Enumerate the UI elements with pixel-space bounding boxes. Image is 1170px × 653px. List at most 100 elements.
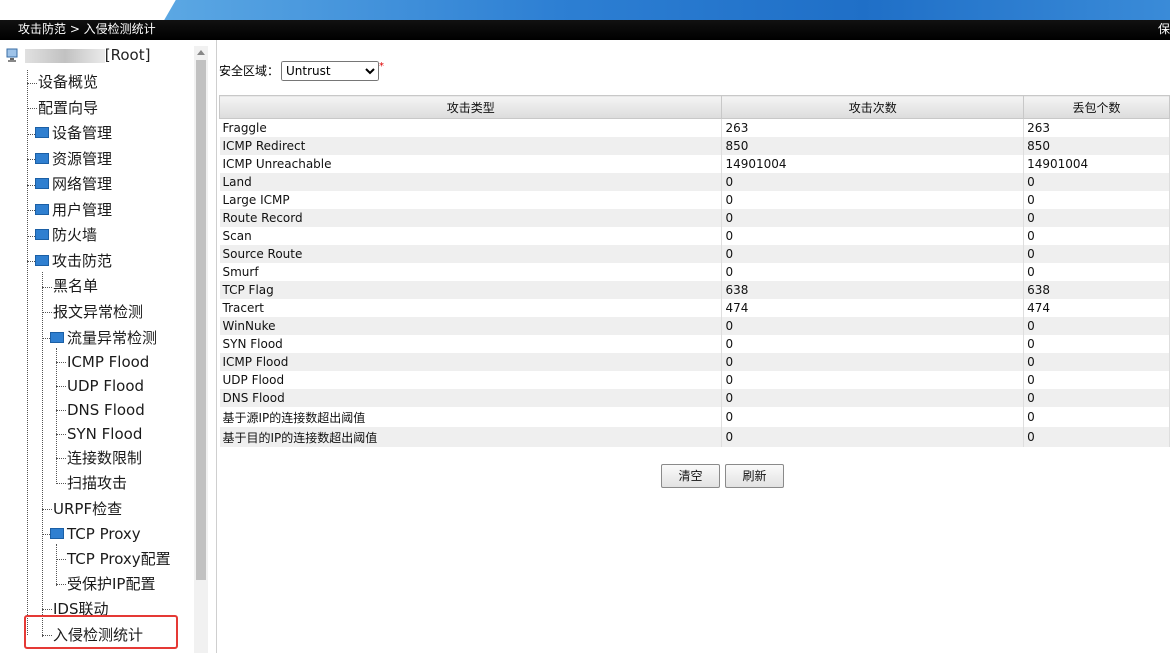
sidebar-item-packet-anomaly[interactable]: 报文异常检测 <box>53 302 143 322</box>
column-header-attack-type[interactable]: 攻击类型 <box>218 95 723 119</box>
scrollbar-thumb[interactable] <box>196 60 206 580</box>
table-row: SYN Flood 0 0 <box>219 335 1170 353</box>
folder-icon <box>35 178 49 189</box>
sidebar-item-label: 防火墙 <box>52 226 98 244</box>
sidebar-item-label: TCP Proxy <box>67 525 141 543</box>
cell-attack-type: DNS Flood <box>219 389 723 407</box>
sidebar-item-label: SYN Flood <box>67 425 143 443</box>
table-row: ICMP Unreachable 14901004 14901004 <box>219 155 1170 173</box>
sidebar-item-urpf-check[interactable]: URPF检查 <box>53 499 122 519</box>
table-row: WinNuke 0 0 <box>219 317 1170 335</box>
cell-attack-type: ICMP Unreachable <box>219 155 723 173</box>
folder-open-icon <box>50 528 64 539</box>
cell-attack-count: 0 <box>721 335 1025 353</box>
sidebar-item-label: ICMP Flood <box>67 353 150 371</box>
sidebar-item-scan-attack[interactable]: 扫描攻击 <box>67 473 127 493</box>
cell-attack-count: 638 <box>721 281 1025 299</box>
table-row: Tracert 474 474 <box>219 299 1170 317</box>
sidebar-item-blacklist[interactable]: 黑名单 <box>53 276 98 296</box>
sidebar-item-syn-flood[interactable]: SYN Flood <box>67 424 142 444</box>
cell-attack-count: 474 <box>721 299 1025 317</box>
cell-attack-type: WinNuke <box>219 317 723 335</box>
table-row: Large ICMP 0 0 <box>219 191 1170 209</box>
cell-attack-type: 基于源IP的连接数超出阈值 <box>219 407 723 427</box>
folder-open-icon <box>35 255 49 266</box>
cell-attack-type: Scan <box>219 227 723 245</box>
sidebar-item-device-management[interactable]: 设备管理 <box>35 123 112 143</box>
sidebar-item-label: 扫描攻击 <box>67 474 128 492</box>
cell-attack-type: Smurf <box>219 263 723 281</box>
sidebar-item-tcp-proxy-config[interactable]: TCP Proxy配置 <box>67 549 171 569</box>
sidebar-item-firewall[interactable]: 防火墙 <box>35 225 97 245</box>
highlight-box <box>24 615 178 649</box>
sidebar-item-label: 受保护IP配置 <box>67 575 156 593</box>
table-row: Route Record 0 0 <box>219 209 1170 227</box>
sidebar-item-connection-limit[interactable]: 连接数限制 <box>67 448 142 468</box>
sidebar-item-icmp-flood[interactable]: ICMP Flood <box>67 352 149 372</box>
sidebar-item-label: 网络管理 <box>52 175 113 193</box>
sidebar-item-label: 流量异常检测 <box>67 329 158 347</box>
sidebar-item-label: TCP Proxy配置 <box>67 550 171 568</box>
cell-dropped-packets: 0 <box>1023 389 1170 407</box>
sidebar-item-tcp-proxy[interactable]: TCP Proxy <box>50 524 141 544</box>
cell-attack-count: 0 <box>721 353 1025 371</box>
sidebar-item-udp-flood[interactable]: UDP Flood <box>67 376 144 396</box>
sidebar-item-dns-flood[interactable]: DNS Flood <box>67 400 145 420</box>
cell-dropped-packets: 850 <box>1023 137 1170 155</box>
cell-attack-count: 0 <box>721 407 1025 427</box>
nav-tree: [Root] 设备概览 配置向导 设备管理 资源管理 网络管理 用户管理 防火墙… <box>0 40 217 653</box>
cell-dropped-packets: 638 <box>1023 281 1170 299</box>
cell-dropped-packets: 0 <box>1023 353 1170 371</box>
hostname-blurred <box>24 48 105 63</box>
sidebar-item-label: 连接数限制 <box>67 449 143 467</box>
zone-select[interactable]: Untrust <box>281 61 380 81</box>
root-label: [Root] <box>104 46 151 64</box>
cell-dropped-packets: 0 <box>1023 227 1170 245</box>
cell-attack-type: Tracert <box>219 299 723 317</box>
sidebar-item-label: 设备概览 <box>38 73 99 91</box>
column-header-dropped-packets[interactable]: 丢包个数 <box>1023 95 1170 119</box>
cell-attack-count: 263 <box>721 118 1025 137</box>
sidebar-item-label: 设备管理 <box>52 124 113 142</box>
table-row: Land 0 0 <box>219 173 1170 191</box>
clear-button[interactable]: 清空 <box>661 464 720 488</box>
cell-dropped-packets: 0 <box>1023 263 1170 281</box>
cell-dropped-packets: 14901004 <box>1023 155 1170 173</box>
sidebar-item-device-overview[interactable]: 设备概览 <box>38 72 98 92</box>
sidebar-item-attack-defense[interactable]: 攻击防范 <box>35 251 112 271</box>
top-banner <box>0 0 1170 20</box>
column-header-attack-count[interactable]: 攻击次数 <box>721 95 1025 119</box>
folder-icon <box>35 127 49 138</box>
tree-root[interactable]: [Root] <box>6 46 150 64</box>
cell-attack-type: Land <box>219 173 723 191</box>
table-row: 基于目的IP的连接数超出阈值 0 0 <box>219 427 1170 447</box>
table-row: TCP Flag 638 638 <box>219 281 1170 299</box>
table-row: DNS Flood 0 0 <box>219 389 1170 407</box>
cell-dropped-packets: 263 <box>1023 118 1170 137</box>
cell-attack-type: Fraggle <box>219 118 723 137</box>
sidebar-item-user-management[interactable]: 用户管理 <box>35 200 112 220</box>
sidebar-item-label: 报文异常检测 <box>53 303 144 321</box>
cell-attack-type: ICMP Flood <box>219 353 723 371</box>
sidebar-item-network-management[interactable]: 网络管理 <box>35 174 112 194</box>
sidebar-item-protected-ip-config[interactable]: 受保护IP配置 <box>67 574 155 594</box>
sidebar-item-label: 资源管理 <box>52 150 113 168</box>
scroll-up-icon[interactable] <box>197 50 205 55</box>
sidebar-item-config-wizard[interactable]: 配置向导 <box>38 98 98 118</box>
folder-open-icon <box>50 332 64 343</box>
sidebar-item-label: 攻击防范 <box>52 252 113 270</box>
cell-attack-count: 0 <box>721 427 1025 447</box>
cell-dropped-packets: 474 <box>1023 299 1170 317</box>
sidebar-scrollbar[interactable] <box>194 46 208 653</box>
cell-dropped-packets: 0 <box>1023 191 1170 209</box>
sidebar-item-label: 黑名单 <box>53 277 99 295</box>
cell-attack-type: 基于目的IP的连接数超出阈值 <box>219 427 723 447</box>
refresh-button[interactable]: 刷新 <box>725 464 784 488</box>
sidebar-item-label: 配置向导 <box>38 99 99 117</box>
sidebar-item-label: URPF检查 <box>53 500 123 518</box>
folder-icon <box>35 229 49 240</box>
sidebar-item-traffic-anomaly[interactable]: 流量异常检测 <box>50 328 157 348</box>
folder-icon <box>35 204 49 215</box>
sidebar-item-resource-management[interactable]: 资源管理 <box>35 149 112 169</box>
sidebar-item-label: 用户管理 <box>52 201 113 219</box>
